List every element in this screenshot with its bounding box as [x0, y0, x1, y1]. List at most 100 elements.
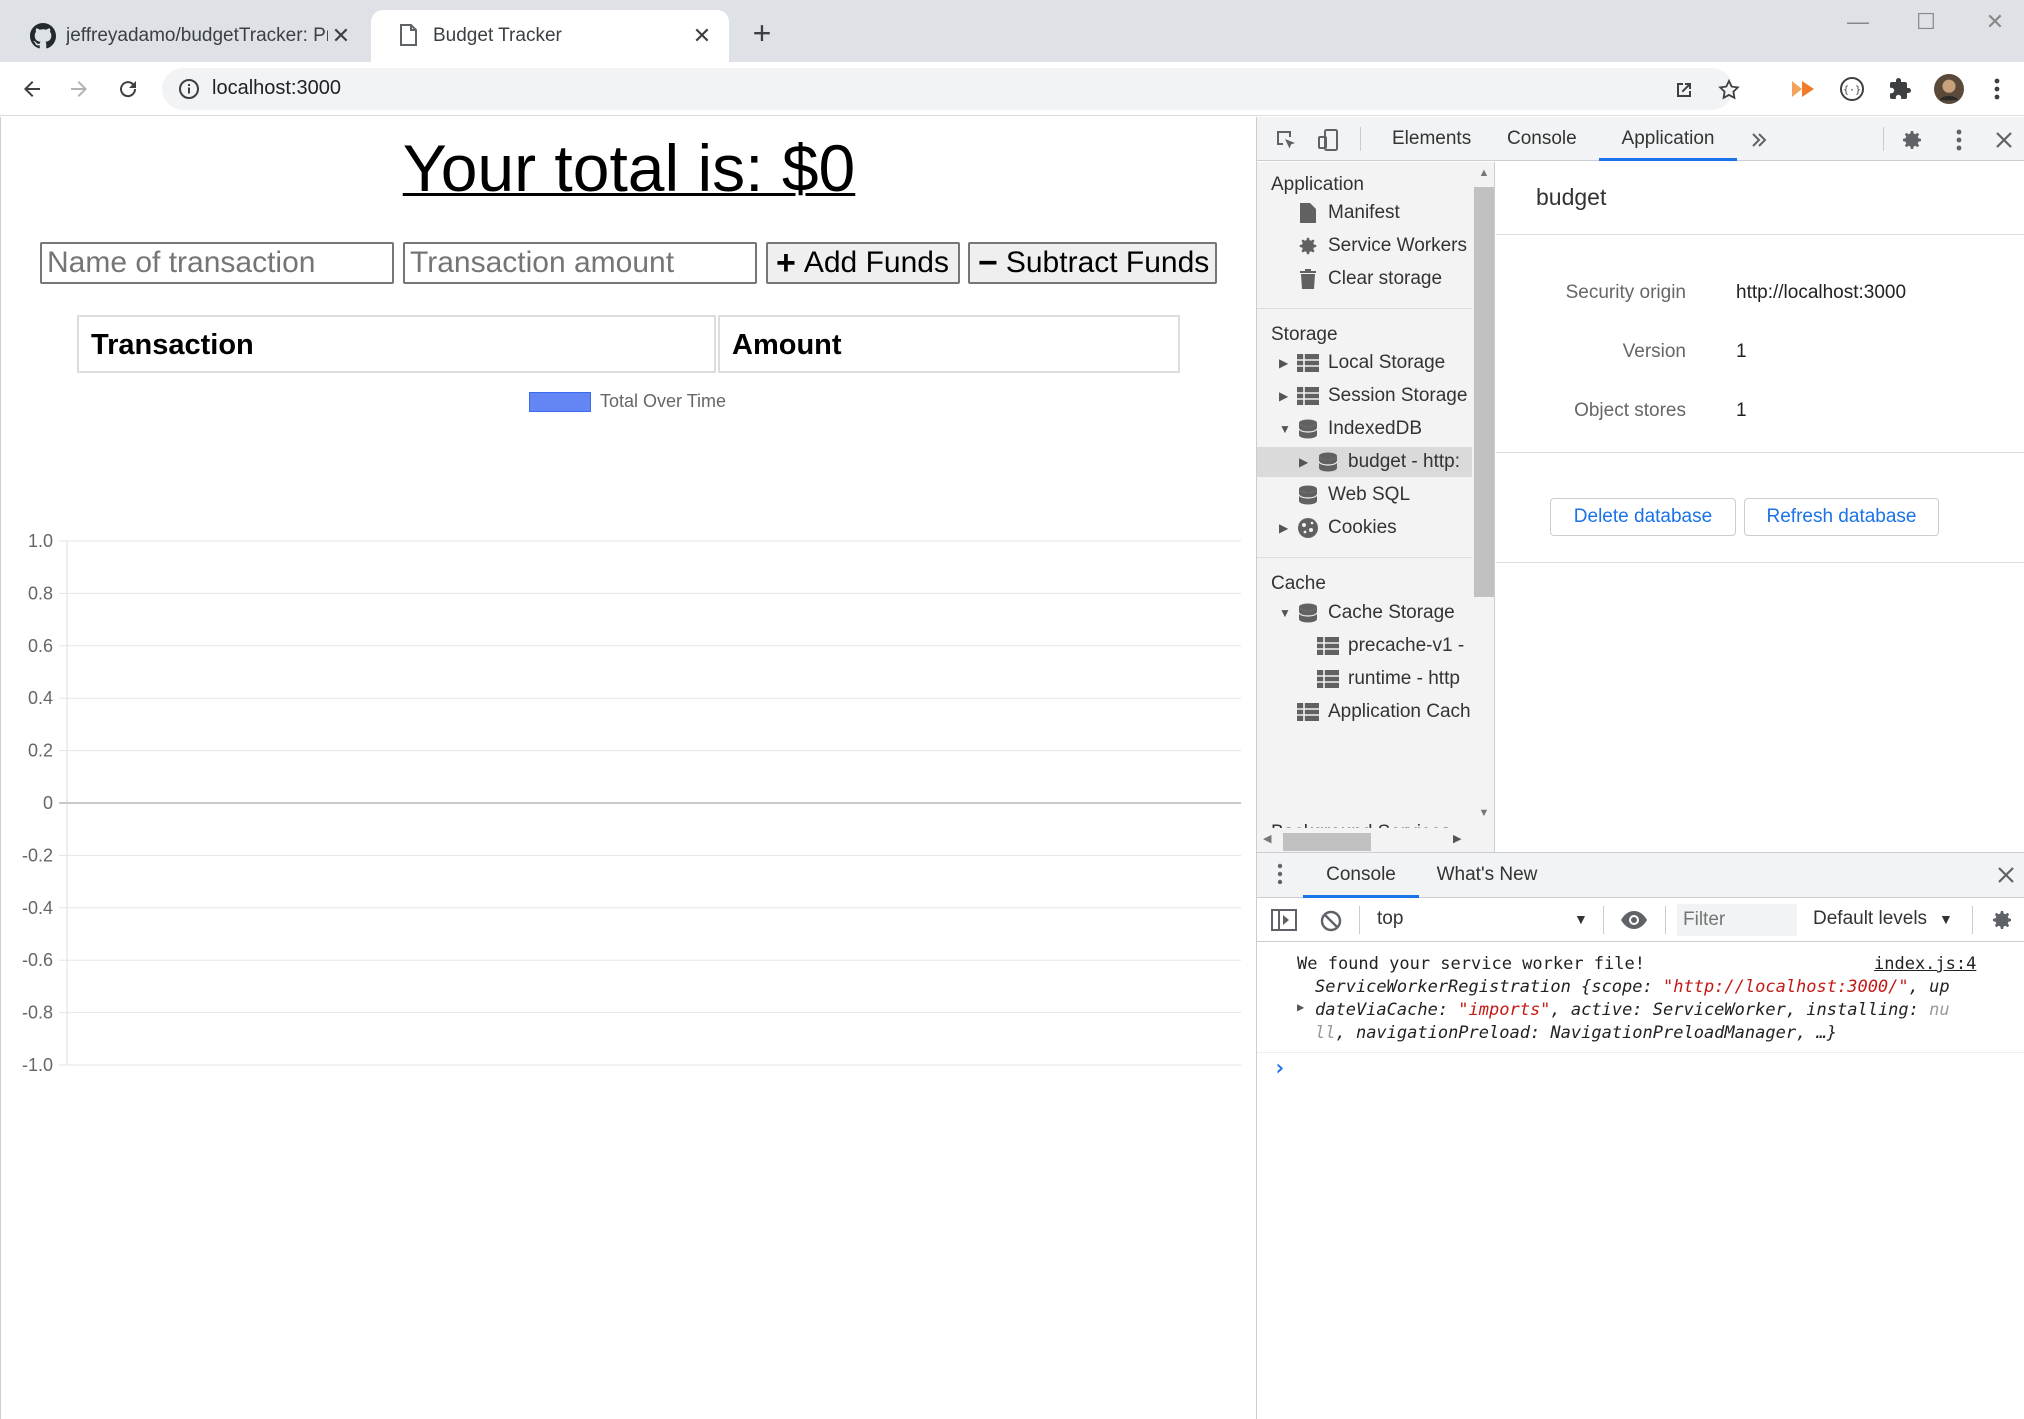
obj-text: , navigationPreload: NavigationPreloadMa…: [1335, 1023, 1837, 1043]
expand-object-icon[interactable]: ▶: [1297, 1000, 1304, 1014]
drawer-tab-console[interactable]: Console: [1303, 853, 1419, 898]
tab-budget-tracker[interactable]: Budget Tracker ✕: [371, 10, 729, 62]
open-in-window-icon[interactable]: [1672, 78, 1696, 102]
sidebar-item-cookies[interactable]: ▶ Cookies: [1279, 513, 1397, 543]
scroll-down-icon[interactable]: ▼: [1476, 807, 1492, 819]
sidebar-item-web-sql[interactable]: Web SQL: [1297, 480, 1410, 510]
sidebar-item-session-storage[interactable]: ▶ Session Storage: [1279, 381, 1467, 411]
expand-arrow-icon[interactable]: ▶: [1279, 356, 1297, 370]
section-storage: Storage: [1271, 324, 1338, 345]
divider: [1360, 127, 1361, 151]
more-tabs-icon[interactable]: [1746, 127, 1772, 153]
application-sidebar: Application Manifest Service Workers Cle…: [1257, 162, 1495, 852]
sidebar-item-application-cache[interactable]: Application Cach: [1297, 697, 1471, 727]
subtract-funds-button[interactable]: − Subtract Funds: [968, 242, 1217, 284]
divider: [1496, 452, 2024, 453]
y-tick-label: 1.0: [28, 531, 53, 551]
add-funds-button[interactable]: + Add Funds: [766, 242, 960, 284]
console-settings-gear-icon[interactable]: [1990, 908, 2014, 932]
sidebar-label: Cache Storage: [1328, 602, 1455, 623]
back-icon[interactable]: [17, 74, 47, 104]
scroll-up-icon[interactable]: ▲: [1476, 167, 1492, 179]
close-window-icon[interactable]: ✕: [1975, 8, 2015, 36]
address-bar[interactable]: localhost:3000: [162, 68, 1740, 110]
divider: [1257, 1052, 2024, 1053]
sidebar-item-local-storage[interactable]: ▶ Local Storage: [1279, 348, 1445, 378]
toolbar: localhost:3000 {·}: [0, 62, 2024, 116]
console-toolbar: top ▼ Default levels ▼: [1257, 898, 2024, 942]
transaction-amount-input[interactable]: [403, 242, 757, 284]
sidebar-hscroll-thumb[interactable]: [1283, 833, 1371, 851]
gear-icon: [1297, 235, 1319, 257]
info-icon[interactable]: [178, 78, 200, 100]
console-prompt[interactable]: ›: [1273, 1056, 1286, 1081]
close-tab-icon[interactable]: ✕: [328, 23, 354, 49]
settings-gear-icon[interactable]: [1899, 127, 1925, 153]
refresh-database-button[interactable]: Refresh database: [1744, 498, 1939, 536]
expand-arrow-icon[interactable]: ▶: [1279, 389, 1297, 403]
extension-code-icon[interactable]: {·}: [1837, 74, 1867, 104]
clear-console-icon[interactable]: [1319, 909, 1343, 933]
transaction-name-input[interactable]: [40, 242, 394, 284]
tab-application[interactable]: Application: [1599, 117, 1737, 161]
show-sidebar-icon[interactable]: [1271, 909, 1297, 931]
live-expression-eye-icon[interactable]: [1620, 910, 1648, 930]
divider: [1665, 906, 1666, 934]
sidebar-item-manifest[interactable]: Manifest: [1297, 198, 1400, 228]
collapse-arrow-icon[interactable]: ▼: [1279, 606, 1297, 620]
delete-database-button[interactable]: Delete database: [1550, 498, 1736, 536]
reload-icon[interactable]: [113, 74, 143, 104]
context-selector[interactable]: top: [1377, 908, 1403, 930]
browser-menu-icon[interactable]: [1982, 74, 2012, 104]
minimize-icon[interactable]: —: [1838, 8, 1878, 36]
table-header-amount: Amount: [718, 315, 1180, 373]
close-drawer-icon[interactable]: [1997, 866, 2015, 884]
maximize-icon[interactable]: ☐: [1906, 8, 1946, 36]
scroll-left-icon[interactable]: ◀: [1263, 832, 1271, 845]
tab-github[interactable]: jeffreyadamo/budgetTracker: Pro ✕: [4, 10, 368, 62]
close-tab-icon[interactable]: ✕: [689, 23, 715, 49]
new-tab-button[interactable]: +: [748, 17, 776, 49]
console-filter-input[interactable]: [1677, 904, 1797, 936]
collapse-arrow-icon[interactable]: ▼: [1279, 422, 1297, 436]
sidebar-item-service-workers[interactable]: Service Workers: [1297, 231, 1467, 261]
y-tick-label: 0: [43, 793, 53, 813]
sidebar-item-runtime[interactable]: runtime - http: [1317, 664, 1460, 694]
log-levels-dropdown[interactable]: Default levels: [1813, 908, 1927, 930]
sidebar-item-cache-storage[interactable]: ▼ Cache Storage: [1279, 598, 1455, 628]
sidebar-item-precache[interactable]: precache-v1 -: [1317, 631, 1464, 661]
device-toolbar-icon[interactable]: [1315, 127, 1341, 153]
database-name: budget: [1536, 184, 1607, 210]
bookmark-star-icon[interactable]: [1717, 78, 1741, 102]
sidebar-item-budget-db[interactable]: ▶ budget - http:: [1257, 447, 1472, 477]
console-object-line: ll, navigationPreload: NavigationPreload…: [1315, 1023, 1837, 1043]
tab-console[interactable]: Console: [1507, 117, 1577, 161]
close-devtools-icon[interactable]: [1991, 127, 2017, 153]
expand-arrow-icon[interactable]: ▶: [1279, 521, 1297, 535]
drawer-menu-icon[interactable]: [1277, 863, 1283, 885]
avatar[interactable]: [1934, 74, 1964, 104]
sidebar-vscroll-thumb[interactable]: [1474, 187, 1494, 597]
expand-arrow-icon[interactable]: ▶: [1299, 455, 1317, 469]
levels-dropdown-icon[interactable]: ▼: [1939, 911, 1953, 927]
scroll-right-icon[interactable]: ▶: [1453, 832, 1461, 845]
devtools-menu-icon[interactable]: [1946, 127, 1972, 153]
y-tick-label: -0.4: [22, 898, 53, 918]
sidebar-label: Web SQL: [1328, 484, 1411, 505]
context-dropdown-icon[interactable]: ▼: [1574, 911, 1588, 927]
sidebar-item-indexeddb[interactable]: ▼ IndexedDB: [1279, 414, 1422, 444]
devtools-panel: Elements Console Application Application…: [1256, 117, 2024, 1419]
log-source-link[interactable]: index.js:4: [1874, 954, 1976, 974]
extension-orange-icon[interactable]: [1788, 74, 1818, 104]
tab-title: jeffreyadamo/budgetTracker: Pro: [66, 25, 328, 46]
tab-elements[interactable]: Elements: [1392, 117, 1471, 161]
indexeddb-details: budget Security origin http://localhost:…: [1496, 162, 2024, 852]
drawer-tab-whats-new[interactable]: What's New: [1422, 853, 1552, 897]
section-cache: Cache: [1271, 573, 1326, 594]
table-icon: [1297, 701, 1319, 723]
extensions-puzzle-icon[interactable]: [1885, 74, 1915, 104]
inspect-element-icon[interactable]: [1273, 127, 1299, 153]
console-object-line: dateViaCache: "imports", active: Service…: [1315, 1000, 1950, 1020]
forward-icon[interactable]: [64, 74, 94, 104]
sidebar-item-clear-storage[interactable]: Clear storage: [1297, 264, 1442, 294]
